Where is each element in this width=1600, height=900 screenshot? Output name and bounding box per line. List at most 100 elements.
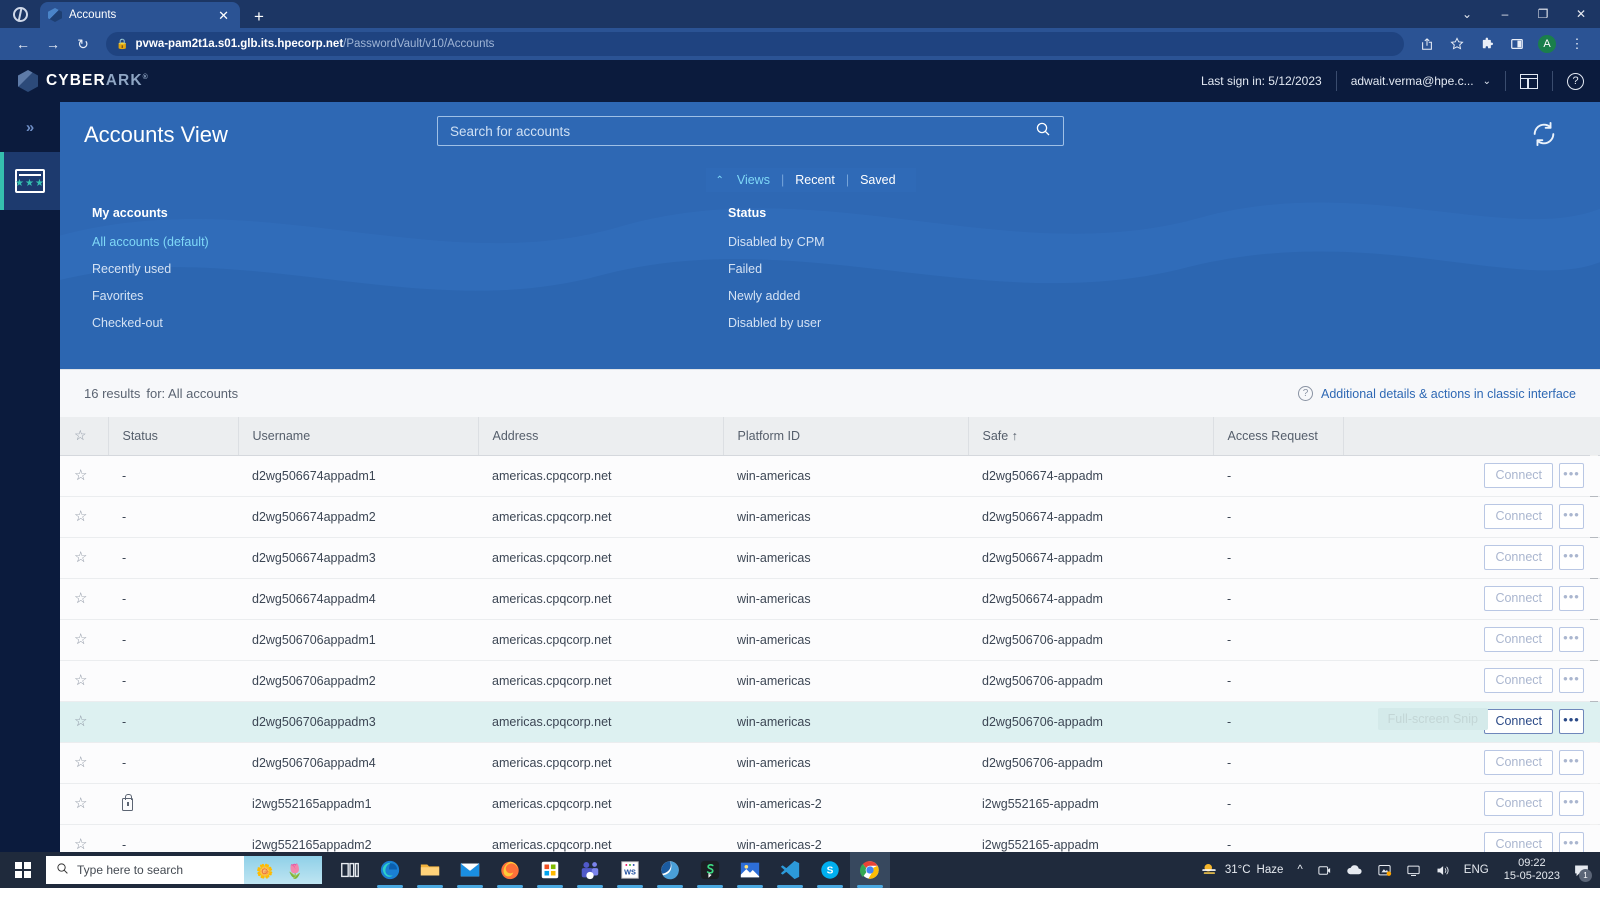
filter-disabled-by-user[interactable]: Disabled by user (728, 316, 1364, 330)
forward-icon[interactable]: → (40, 31, 66, 57)
user-email-label[interactable]: adwait.verma@hpe.c... (1351, 74, 1474, 88)
share-icon[interactable] (1414, 32, 1440, 56)
filter-failed[interactable]: Failed (728, 262, 1364, 276)
favorite-cell[interactable]: ☆ (60, 455, 108, 497)
table-row[interactable]: ☆ - d2wg506674appadm4 americas.cpqcorp.net w… (60, 578, 1600, 620)
favorite-cell[interactable]: ☆ (60, 660, 108, 702)
table-row[interactable]: ☆ - d2wg506706appadm3 americas.cpqcorp.net w… (60, 701, 1600, 743)
connect-button[interactable]: Connect (1484, 750, 1553, 775)
more-actions-button[interactable]: ••• (1559, 791, 1584, 816)
star-icon[interactable]: ☆ (74, 754, 87, 771)
side-panel-icon[interactable] (1504, 32, 1530, 56)
column-address[interactable]: Address (478, 417, 724, 456)
more-actions-button[interactable]: ••• (1559, 463, 1584, 488)
file-explorer-icon[interactable] (410, 852, 450, 888)
classic-interface-link[interactable]: Additional details & actions in classic … (1321, 387, 1576, 401)
extensions-puzzle-icon[interactable] (1474, 32, 1500, 56)
connect-button[interactable]: Connect (1484, 709, 1553, 734)
taskbar-clock[interactable]: 09:22 15-05-2023 (1496, 857, 1568, 883)
favorite-cell[interactable]: ☆ (60, 537, 108, 579)
favorite-cell[interactable]: ☆ (60, 742, 108, 784)
more-actions-button[interactable]: ••• (1559, 627, 1584, 652)
favorite-cell[interactable]: ☆ (60, 824, 108, 852)
language-indicator[interactable]: ENG (1457, 864, 1496, 876)
google-chrome-icon[interactable] (850, 852, 890, 888)
star-icon[interactable]: ☆ (74, 549, 87, 566)
more-actions-button[interactable]: ••• (1559, 709, 1584, 734)
star-icon[interactable]: ☆ (74, 590, 87, 607)
sidebar-item-accounts[interactable]: ★★★ (0, 152, 60, 210)
table-row[interactable]: ☆ i2wg552165appadm1 americas.cpqcorp.net wi… (60, 783, 1600, 825)
filter-newly-added[interactable]: Newly added (728, 289, 1364, 303)
connect-button[interactable]: Connect (1484, 668, 1553, 693)
task-view-icon[interactable] (330, 852, 370, 888)
star-icon[interactable]: ☆ (74, 467, 87, 484)
windows-start-icon[interactable] (0, 852, 46, 888)
photos-icon[interactable] (730, 852, 770, 888)
column-username[interactable]: Username (238, 417, 479, 456)
filter-all-accounts[interactable]: All accounts (default) (92, 235, 728, 249)
cyberark-logo[interactable]: CYBERARK® (18, 70, 149, 92)
table-row[interactable]: ☆ - i2wg552165appadm2 americas.cpqcorp.net w… (60, 824, 1600, 852)
connect-button[interactable]: Connect (1484, 463, 1553, 488)
window-close-icon[interactable]: ✕ (1562, 7, 1600, 21)
favorite-cell[interactable]: ☆ (60, 701, 108, 743)
taskbar-search-box[interactable]: Type here to search 🌼 🌷 (46, 856, 322, 884)
volume-icon[interactable] (1428, 863, 1457, 878)
microsoft-teams-icon[interactable] (570, 852, 610, 888)
new-tab-button[interactable]: + (254, 8, 264, 25)
more-actions-button[interactable]: ••• (1559, 504, 1584, 529)
display-icon[interactable] (1399, 863, 1428, 878)
ws-notes-icon[interactable]: WS (610, 852, 650, 888)
connect-button[interactable]: Connect (1484, 545, 1553, 570)
more-actions-button[interactable]: ••• (1559, 832, 1584, 852)
star-icon[interactable]: ☆ (74, 836, 87, 852)
star-icon[interactable]: ☆ (74, 508, 87, 525)
weather-widget[interactable]: 31°C Haze (1192, 861, 1291, 879)
filter-favorites[interactable]: Favorites (92, 289, 728, 303)
tab-saved[interactable]: Saved (849, 173, 906, 187)
table-row[interactable]: ☆ - d2wg506706appadm4 americas.cpqcorp.net w… (60, 742, 1600, 784)
search-box[interactable] (437, 116, 1064, 146)
table-row[interactable]: ☆ - d2wg506706appadm2 americas.cpqcorp.net w… (60, 660, 1600, 702)
column-access-request[interactable]: Access Request (1213, 417, 1344, 456)
more-actions-button[interactable]: ••• (1559, 668, 1584, 693)
column-safe[interactable]: Safe ↑ (968, 417, 1214, 456)
refresh-sync-icon[interactable] (1530, 120, 1558, 155)
window-minimize-dropdown-icon[interactable]: ⌄ (1448, 7, 1486, 21)
panel-layout-icon[interactable] (1520, 73, 1538, 89)
connect-button[interactable]: Connect (1484, 627, 1553, 652)
table-row[interactable]: ☆ - d2wg506674appadm3 americas.cpqcorp.net w… (60, 537, 1600, 579)
favorite-cell[interactable]: ☆ (60, 578, 108, 620)
favorite-cell[interactable]: ☆ (60, 496, 108, 538)
profile-avatar[interactable]: A (1534, 32, 1560, 56)
firefox-icon[interactable] (490, 852, 530, 888)
browser-tab[interactable]: Accounts ✕ (40, 2, 240, 28)
bookmark-star-icon[interactable] (1444, 32, 1470, 56)
filter-disabled-by-cpm[interactable]: Disabled by CPM (728, 235, 1364, 249)
table-row[interactable]: ☆ - d2wg506706appadm1 americas.cpqcorp.net w… (60, 619, 1600, 661)
onedrive-cloud-icon[interactable] (1339, 863, 1370, 877)
outlook-icon[interactable] (650, 852, 690, 888)
microsoft-store-icon[interactable] (530, 852, 570, 888)
table-row[interactable]: ☆ - d2wg506674appadm1 americas.cpqcorp.net w… (60, 455, 1600, 497)
screen-capture-icon[interactable] (1370, 863, 1399, 878)
expand-rail-icon[interactable]: » (0, 102, 60, 152)
more-actions-button[interactable]: ••• (1559, 545, 1584, 570)
filter-checked-out[interactable]: Checked-out (92, 316, 728, 330)
help-circle-icon[interactable]: ? (1567, 72, 1584, 90)
more-actions-button[interactable]: ••• (1559, 750, 1584, 775)
connect-button[interactable]: Connect (1484, 832, 1553, 852)
camera-icon[interactable] (1310, 863, 1339, 878)
window-minimize-icon[interactable]: – (1486, 7, 1524, 21)
back-icon[interactable]: ← (10, 31, 36, 57)
vs-code-icon[interactable] (770, 852, 810, 888)
chevron-down-icon[interactable]: ⌄ (1483, 76, 1491, 87)
chevron-up-icon[interactable]: ⌃ (715, 175, 723, 186)
window-maximize-icon[interactable]: ❐ (1524, 7, 1562, 21)
column-platform-id[interactable]: Platform ID (723, 417, 969, 456)
mail-icon[interactable] (450, 852, 490, 888)
star-icon[interactable]: ☆ (74, 795, 87, 812)
star-icon[interactable]: ☆ (74, 713, 87, 730)
tab-views[interactable]: Views (726, 173, 781, 187)
